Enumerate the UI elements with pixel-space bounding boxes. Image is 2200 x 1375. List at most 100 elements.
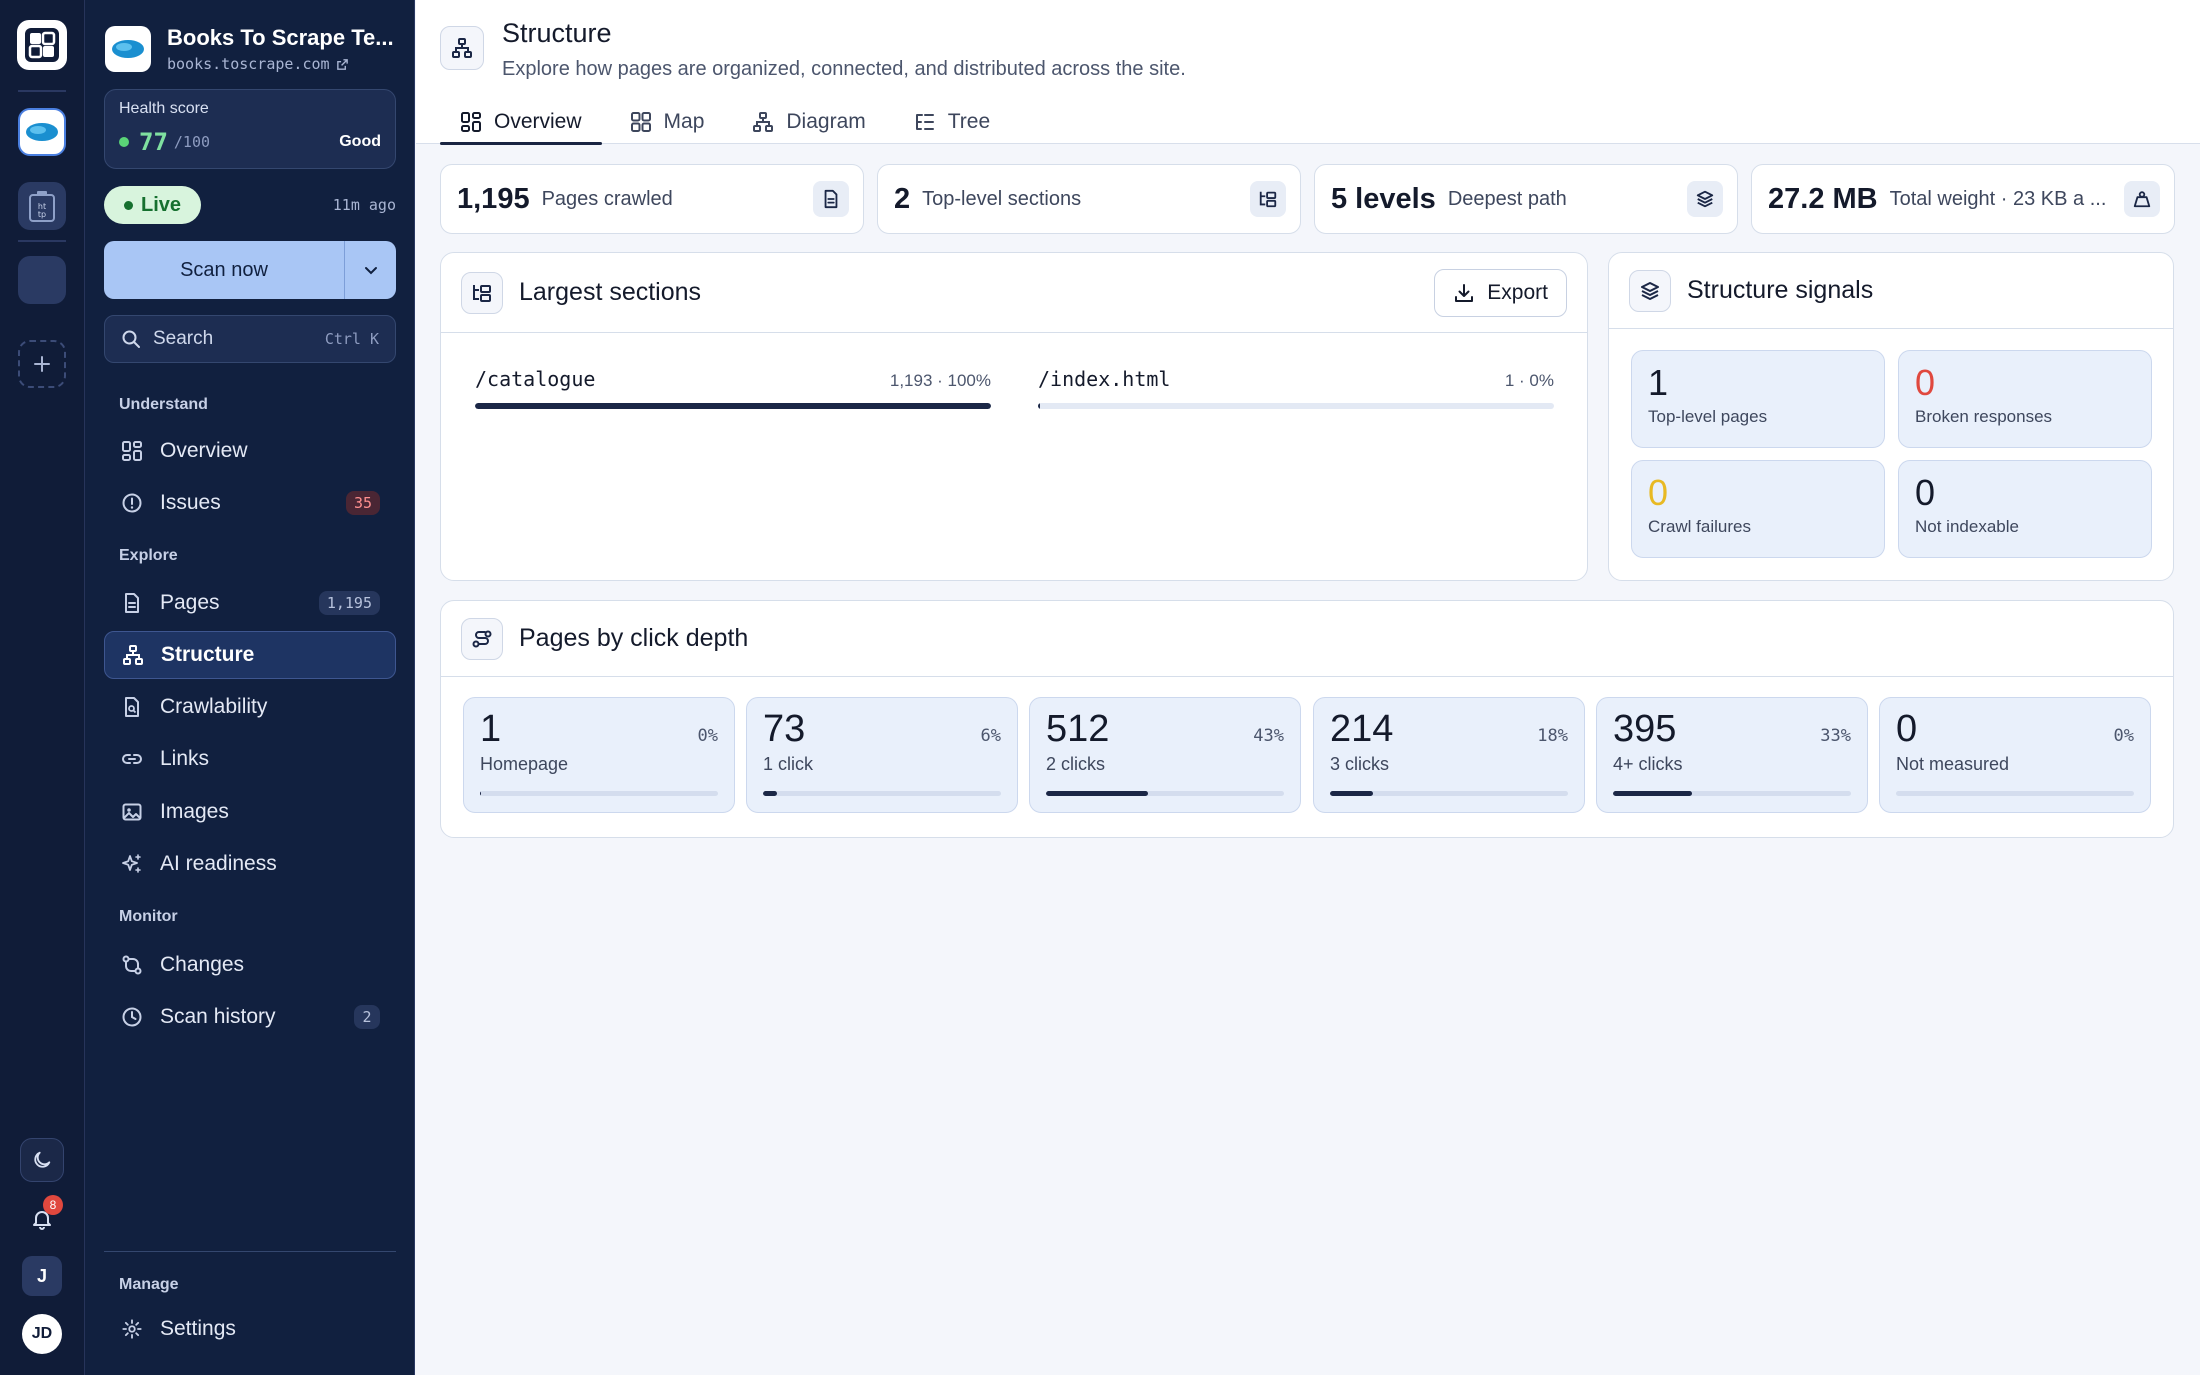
rail-site-http-icon[interactable]: ht tp — [18, 182, 66, 230]
depth-value: 0 — [1896, 708, 1918, 750]
stat-label: Top-level sections — [922, 187, 1082, 210]
depth-tile-not-measured[interactable]: 0 0% Not measured — [1879, 697, 2151, 813]
depth-value: 1 — [480, 708, 502, 750]
rail-site-blank-icon[interactable] — [18, 256, 66, 304]
sidebar: Books To Scrape Te... books.toscrape.com… — [85, 0, 415, 1375]
stat-top-level-sections: 2 Top-level sections — [877, 164, 1301, 234]
depth-tile-2-clicks[interactable]: 512 43% 2 clicks — [1029, 697, 1301, 813]
section-item[interactable]: /index.html 1 · 0% — [1038, 367, 1554, 409]
export-button[interactable]: Export — [1434, 268, 1567, 317]
tab-map[interactable]: Map — [610, 100, 725, 144]
signal-value: 0 — [1915, 472, 1936, 513]
section-bar-fill — [1038, 403, 1040, 409]
scan-now-button[interactable]: Scan now — [104, 241, 344, 299]
scan-options-chevron-down-icon[interactable] — [344, 241, 396, 299]
depth-bar-track — [480, 791, 718, 796]
site-title: Books To Scrape Te... — [167, 25, 394, 50]
sidebar-item-pages[interactable]: Pages 1,195 — [104, 579, 396, 627]
notifications-bell-icon[interactable]: 8 — [20, 1195, 64, 1241]
theme-moon-icon[interactable] — [20, 1138, 64, 1182]
health-score-label: Health score — [119, 100, 209, 117]
signal-value: 1 — [1648, 362, 1669, 403]
tab-label: Map — [663, 110, 705, 133]
sidebar-item-issues[interactable]: Issues 35 — [104, 479, 396, 527]
svg-text:tp: tp — [38, 210, 46, 219]
tab-tree[interactable]: Tree — [894, 100, 1010, 144]
site-switcher[interactable]: Books To Scrape Te... books.toscrape.com — [105, 24, 394, 74]
depth-tile-3-clicks[interactable]: 214 18% 3 clicks — [1313, 697, 1585, 813]
page-title: Structure — [502, 18, 612, 48]
signal-value: 0 — [1648, 472, 1669, 513]
section-meta: 1,193 · 100% — [889, 371, 991, 390]
stat-deepest-path: 5 levels Deepest path — [1314, 164, 1738, 234]
stat-value: 5 levels — [1331, 182, 1436, 215]
tab-label: Diagram — [786, 110, 866, 133]
depth-bar-track — [1046, 791, 1284, 796]
tab-label: Overview — [494, 110, 582, 133]
section-path: /index.html — [1038, 367, 1171, 391]
stat-pages-crawled: 1,195 Pages crawled — [440, 164, 864, 234]
signal-top-level-pages: 1 Top-level pages — [1631, 350, 1885, 448]
last-scan-time: 11m ago — [332, 196, 396, 214]
tab-overview[interactable]: Overview — [440, 100, 602, 145]
signal-crawl-failures: 0 Crawl failures — [1631, 460, 1885, 558]
file-text-icon — [120, 591, 144, 615]
health-score-max: /100 — [173, 133, 211, 151]
sidebar-item-links[interactable]: Links — [104, 735, 396, 783]
depth-label: 1 click — [763, 753, 814, 774]
layers-icon — [1629, 269, 1671, 312]
user-avatar[interactable]: JD — [22, 1314, 62, 1354]
image-icon — [120, 800, 144, 824]
sidebar-item-structure[interactable]: Structure — [104, 631, 396, 679]
app-logo-icon[interactable] — [17, 20, 67, 70]
depth-tile-4-plus-clicks[interactable]: 395 33% 4+ clicks — [1596, 697, 1868, 813]
search-input[interactable]: Search Ctrl K — [104, 315, 396, 363]
search-placeholder: Search — [153, 328, 214, 349]
depth-percent: 6% — [980, 726, 1001, 746]
issues-count-badge: 35 — [345, 491, 380, 515]
search-shortcut: Ctrl K — [324, 330, 379, 348]
sidebar-item-scan-history[interactable]: Scan history 2 — [104, 993, 396, 1041]
sidebar-item-ai-readiness[interactable]: AI readiness — [104, 840, 396, 888]
pages-count-badge: 1,195 — [318, 591, 380, 615]
depth-tile-homepage[interactable]: 1 0% Homepage — [463, 697, 735, 813]
signal-broken-responses: 0 Broken responses — [1898, 350, 2152, 448]
site-url-link[interactable]: books.toscrape.com — [167, 55, 394, 73]
sidebar-item-crawlability[interactable]: Crawlability — [104, 683, 396, 731]
sidebar-item-label: Issues — [160, 491, 221, 514]
health-status-dot — [119, 137, 129, 147]
health-score-card[interactable]: Health score 77 /100 Good — [104, 89, 396, 169]
sidebar-item-settings[interactable]: Settings — [104, 1305, 396, 1353]
depth-label: Homepage — [480, 753, 569, 774]
section-item[interactable]: /catalogue 1,193 · 100% — [475, 367, 991, 409]
section-bar-track — [475, 403, 991, 409]
depth-percent: 18% — [1537, 726, 1568, 746]
file-search-icon — [120, 695, 144, 719]
stat-label: Pages crawled — [541, 187, 673, 210]
sidebar-item-label: Settings — [160, 1317, 236, 1340]
live-status-badge: Live — [104, 186, 202, 224]
workspace-avatar[interactable]: J — [22, 1256, 62, 1296]
click-depth-title: Pages by click depth — [519, 624, 749, 652]
click-depth-card: Pages by click depth 1 0% Homepage 73 6% 1… — [440, 600, 2174, 838]
stat-value: 1,195 — [457, 182, 530, 215]
overview-grid-icon — [461, 112, 481, 132]
sidebar-item-images[interactable]: Images — [104, 788, 396, 836]
signal-not-indexable: 0 Not indexable — [1898, 460, 2152, 558]
overview-grid-icon — [120, 439, 144, 463]
tab-diagram[interactable]: Diagram — [732, 100, 885, 144]
search-icon — [122, 330, 140, 348]
stat-label: Total weight · 23 KB a ... — [1889, 187, 2107, 210]
depth-bar-fill — [1046, 791, 1149, 796]
sidebar-item-overview[interactable]: Overview — [104, 427, 396, 475]
depth-bar-track — [1330, 791, 1568, 796]
export-label: Export — [1487, 280, 1548, 304]
signal-label: Crawl failures — [1648, 516, 1751, 536]
rail-site-books-icon[interactable] — [18, 108, 66, 156]
sidebar-item-changes[interactable]: Changes — [104, 941, 396, 989]
depth-tile-1-click[interactable]: 73 6% 1 click — [746, 697, 1018, 813]
sidebar-item-label: Pages — [160, 591, 220, 614]
layers-icon — [1687, 181, 1723, 217]
add-site-icon[interactable] — [18, 340, 66, 388]
rail-divider — [18, 240, 66, 242]
